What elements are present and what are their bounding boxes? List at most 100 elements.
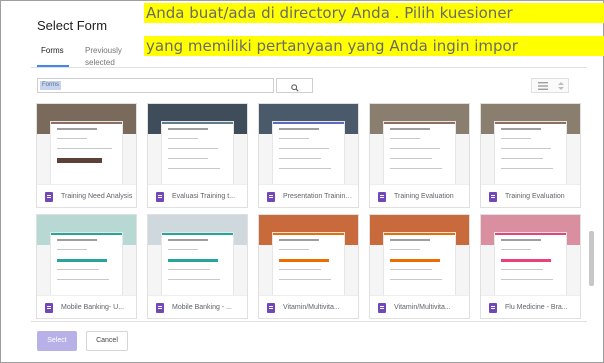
- file-card[interactable]: Vitamin/Multivita...: [258, 214, 359, 319]
- google-forms-icon: [267, 303, 275, 313]
- file-card[interactable]: Evaluasi Training t...: [147, 103, 248, 208]
- tab-previously-selected[interactable]: Previously selected: [85, 45, 122, 69]
- form-line: [279, 158, 321, 159]
- google-forms-icon: [378, 303, 386, 313]
- file-card[interactable]: Training Need Analysis: [36, 103, 137, 208]
- file-footer: Vitamin/Multivita...: [370, 295, 469, 318]
- search-input[interactable]: Forms: [37, 78, 274, 93]
- form-line: [390, 138, 420, 139]
- search-button[interactable]: [276, 78, 313, 93]
- form-line: [501, 249, 531, 250]
- file-footer: Training Evaluation: [481, 184, 580, 207]
- form-line: [279, 168, 331, 169]
- form-title-line: [279, 128, 319, 130]
- form-accent-bar: [273, 122, 344, 124]
- form-line: [501, 269, 543, 270]
- file-card[interactable]: Training Evaluation: [480, 103, 581, 208]
- form-line: [168, 259, 218, 262]
- file-name: Training Need Analysis: [61, 193, 133, 200]
- file-name: Mobile Banking - ...: [172, 304, 232, 311]
- file-card[interactable]: Flu Medicine - Bra...: [480, 214, 581, 319]
- form-line: [390, 269, 432, 270]
- select-button[interactable]: Select: [37, 331, 77, 351]
- file-card[interactable]: Mobile Banking - ...: [147, 214, 248, 319]
- form-preview: [384, 122, 455, 184]
- form-accent-bar: [495, 122, 566, 124]
- file-thumbnail: [148, 215, 247, 295]
- form-line: [168, 148, 218, 149]
- instruction-overlay: Anda buat/ada di directory Anda . Pilih …: [144, 3, 604, 56]
- form-line: [168, 168, 220, 169]
- overlay-line-2: yang memiliki pertanyaan yang Anda ingin…: [144, 36, 604, 56]
- file-name: Vitamin/Multivita...: [283, 304, 340, 311]
- google-forms-icon: [489, 303, 497, 313]
- form-line: [501, 279, 553, 280]
- form-line: [168, 138, 198, 139]
- file-thumbnail: [481, 104, 580, 184]
- form-line: [390, 158, 432, 159]
- form-title-line: [57, 239, 97, 241]
- form-preview: [162, 122, 233, 184]
- search-filter-chip[interactable]: Forms: [40, 81, 61, 90]
- google-forms-icon: [156, 192, 164, 202]
- form-line: [390, 249, 420, 250]
- list-view-icon[interactable]: [538, 82, 548, 90]
- form-accent-bar: [495, 233, 566, 235]
- google-forms-icon: [156, 303, 164, 313]
- form-accent-bar: [51, 122, 122, 124]
- form-title-line: [168, 128, 208, 130]
- file-card[interactable]: Vitamin/Multivita...: [369, 214, 470, 319]
- form-title-line: [168, 239, 208, 241]
- form-line: [57, 249, 87, 250]
- google-forms-icon: [267, 192, 275, 202]
- form-title-line: [57, 128, 97, 130]
- form-title-line: [501, 239, 541, 241]
- dialog-title: Select Form: [37, 18, 108, 33]
- form-title-line: [279, 239, 319, 241]
- form-accent-bar: [273, 233, 344, 235]
- form-preview: [273, 233, 344, 295]
- file-name: Mobile Banking- U...: [61, 304, 125, 311]
- form-accent-bar: [384, 122, 455, 124]
- file-thumbnail: [37, 215, 136, 295]
- footer-divider: [31, 321, 587, 322]
- form-title-line: [390, 128, 430, 130]
- google-forms-icon: [489, 192, 497, 202]
- form-line: [57, 259, 107, 262]
- form-line: [390, 168, 442, 169]
- form-preview: [384, 233, 455, 295]
- form-line: [168, 279, 220, 280]
- overlay-line-1: Anda buat/ada di directory Anda . Pilih …: [144, 3, 604, 23]
- scrollbar-thumb[interactable]: [589, 231, 594, 286]
- file-thumbnail: [481, 215, 580, 295]
- file-thumbnail: [259, 104, 358, 184]
- form-line: [501, 168, 553, 169]
- form-line: [390, 148, 440, 149]
- file-thumbnail: [259, 215, 358, 295]
- form-accent-bar: [162, 122, 233, 124]
- form-accent-bar: [384, 233, 455, 235]
- file-name: Evaluasi Training t...: [172, 193, 236, 200]
- file-name: Training Evaluation: [394, 193, 454, 200]
- form-line: [279, 148, 329, 149]
- search-icon: [290, 84, 299, 92]
- sort-icon[interactable]: [556, 82, 566, 90]
- file-thumbnail: [148, 104, 247, 184]
- form-preview: [51, 233, 122, 295]
- file-name: Vitamin/Multivita...: [394, 304, 451, 311]
- file-card[interactable]: Presentation Training Evaluation: [258, 103, 359, 208]
- form-line: [57, 158, 102, 163]
- file-card[interactable]: Mobile Banking- U...: [36, 214, 137, 319]
- google-forms-icon: [45, 192, 53, 202]
- form-line: [279, 279, 331, 280]
- file-thumbnail: [370, 104, 469, 184]
- form-preview: [495, 233, 566, 295]
- form-line: [168, 249, 198, 250]
- tab-forms[interactable]: Forms: [41, 45, 64, 57]
- form-title-line: [501, 128, 541, 130]
- form-line: [390, 279, 442, 280]
- cancel-button[interactable]: Cancel: [86, 331, 128, 351]
- file-card[interactable]: Training Evaluation: [369, 103, 470, 208]
- form-line: [501, 158, 543, 159]
- file-footer: Presentation Training Evaluation: [259, 184, 358, 207]
